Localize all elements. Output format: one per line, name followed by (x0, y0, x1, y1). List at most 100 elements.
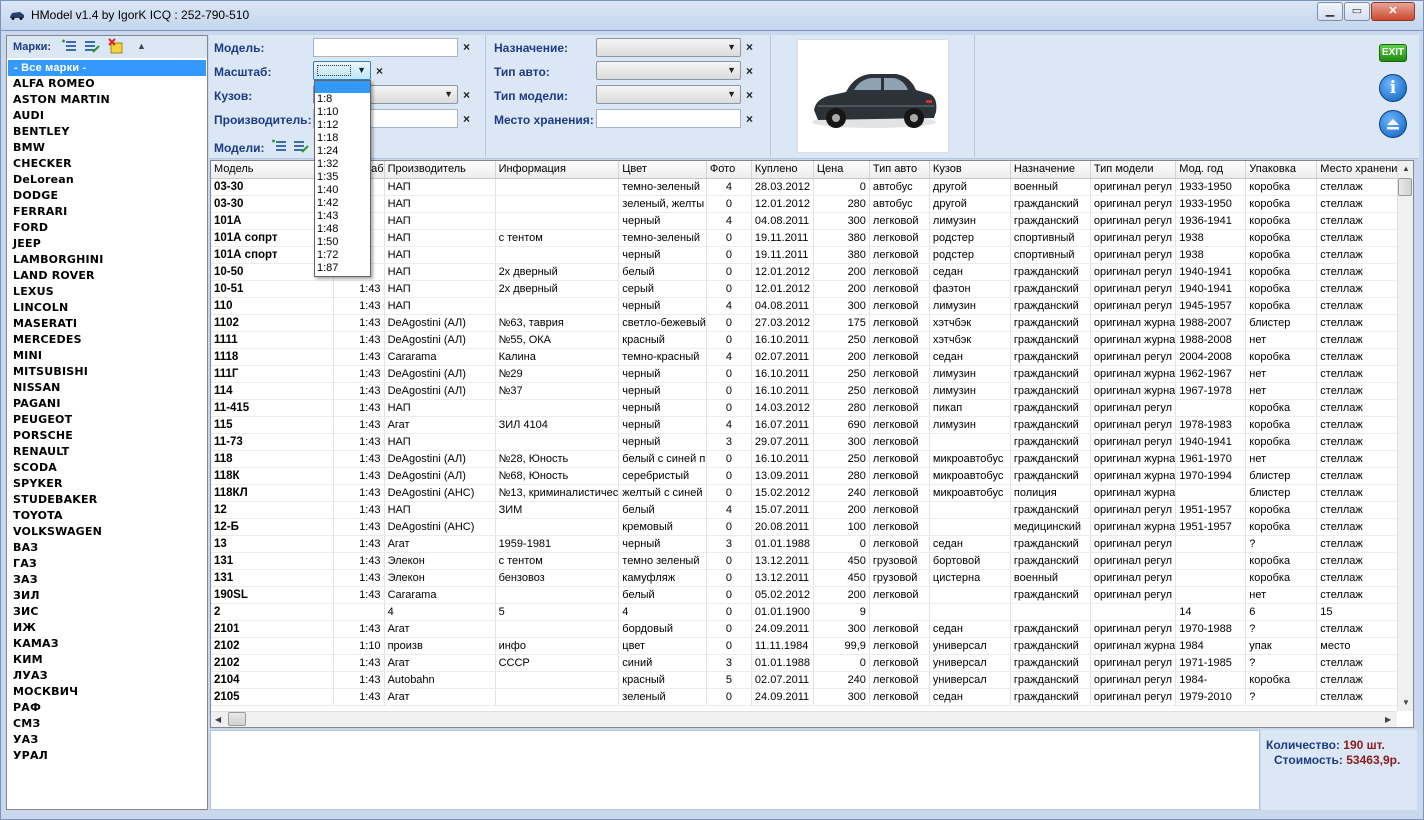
column-header[interactable]: Упаковка (1245, 161, 1318, 179)
scale-dropdown-list[interactable]: 1:8 1:10 1:12 1:18 1:24 1:32 1:35 1:40 1… (314, 80, 371, 277)
vertical-scrollbar[interactable]: ▲ ▼ (1397, 161, 1413, 711)
table-row[interactable]: 115 1:43 Агат ЗИЛ 4104 черный 4 16.07.2011 690 л… (211, 416, 1405, 434)
scale-option[interactable]: 1:12 (315, 119, 370, 132)
brand-item[interactable]: PAGANI (8, 396, 206, 412)
brand-item[interactable]: JEEP (8, 236, 206, 252)
maximize-button[interactable]: ▭ (1344, 2, 1370, 21)
brand-item[interactable]: BENTLEY (8, 124, 206, 140)
scroll-down-icon[interactable]: ▼ (1402, 698, 1410, 707)
table-row[interactable]: 03-30 НАП зеленый, желты 0 12.01.2012 280 авто… (211, 195, 1405, 213)
brand-item[interactable]: BMW (8, 140, 206, 156)
table-row[interactable]: 118 1:43 DeAgostini (АЛ) №28, Юность белый с… (211, 450, 1405, 468)
edit-model-icon[interactable] (293, 138, 309, 154)
scale-option[interactable]: 1:35 (315, 171, 370, 184)
scale-option[interactable]: 1:48 (315, 223, 370, 236)
brand-item[interactable]: FERRARI (8, 204, 206, 220)
scale-select[interactable]: ▼ (313, 61, 371, 80)
brand-item[interactable]: ASTON MARTIN (8, 92, 206, 108)
column-header[interactable]: Тип авто (869, 161, 930, 179)
scale-option[interactable]: 1:8 (315, 93, 370, 106)
table-row[interactable]: 12-Б 1:43 DeAgostini (АНС) кремовый 0 20.08.2… (211, 518, 1405, 536)
scale-option-empty[interactable] (315, 81, 370, 93)
brand-item[interactable]: DeLorean (8, 172, 206, 188)
column-header[interactable]: Место хранения (1316, 161, 1405, 179)
brand-item[interactable]: MITSUBISHI (8, 364, 206, 380)
brand-item[interactable]: PEUGEOT (8, 412, 206, 428)
brand-item[interactable]: MASERATI (8, 316, 206, 332)
storage-input[interactable] (596, 109, 741, 128)
table-row[interactable]: 118КЛ 1:43 DeAgostini (АНС) №13, криминалис… (211, 484, 1405, 502)
brand-item[interactable]: СМЗ (8, 716, 206, 732)
scale-option[interactable]: 1:87 (315, 262, 370, 275)
table-row[interactable]: 118К 1:43 DeAgostini (АЛ) №68, Юность серебр… (211, 467, 1405, 485)
edit-brand-icon[interactable] (84, 38, 100, 54)
exit-button[interactable]: EXIT (1379, 44, 1407, 62)
table-row[interactable]: 12 1:43 НАП ЗИМ белый 4 15.07.2011 200 легковой г… (211, 501, 1405, 519)
brand-item[interactable]: КАМАЗ (8, 636, 206, 652)
clear-scale-icon[interactable]: × (376, 64, 383, 78)
table-row[interactable]: 03-30 НАП темно-зеленый 4 28.03.2012 0 автобус… (211, 178, 1405, 196)
table-row[interactable]: 131 1:43 Элекон бензовоз камуфляж 0 13.12.2011… (211, 569, 1405, 587)
brand-item[interactable]: STUDEBAKER (8, 492, 206, 508)
table-row[interactable]: 10-51 1:43 НАП 2х дверный серый 0 12.01.2012 20… (211, 280, 1405, 298)
column-header[interactable]: Фото (706, 161, 752, 179)
scale-option[interactable]: 1:72 (315, 249, 370, 262)
brand-item[interactable]: MINI (8, 348, 206, 364)
table-row[interactable]: 110 1:43 НАП черный 4 04.08.2011 300 легковой ли… (211, 297, 1405, 315)
brand-item[interactable]: RENAULT (8, 444, 206, 460)
brand-item[interactable]: CHECKER (8, 156, 206, 172)
table-row[interactable]: 101А сопрт НАП с тентом темно-зеленый 0 19.11… (211, 229, 1405, 247)
brand-item[interactable]: AUDI (8, 108, 206, 124)
column-header[interactable]: Куплено (751, 161, 814, 179)
clear-model-icon[interactable]: × (463, 40, 470, 54)
brand-item[interactable]: NISSAN (8, 380, 206, 396)
brand-item[interactable]: LAND ROVER (8, 268, 206, 284)
brand-item[interactable]: MERCEDES (8, 332, 206, 348)
brand-item[interactable]: УРАЛ (8, 748, 206, 764)
column-header[interactable]: Цена (813, 161, 870, 179)
brand-item[interactable]: ALFA ROMEO (8, 76, 206, 92)
table-row[interactable]: 2105 1:43 Агат зеленый 0 24.09.2011 300 легково… (211, 688, 1405, 706)
clear-storage-icon[interactable]: × (746, 112, 753, 126)
clear-modeltype-icon[interactable]: × (746, 88, 753, 102)
table-row[interactable]: 101А спорт НАП черный 0 19.11.2011 380 легково… (211, 246, 1405, 264)
add-brand-icon[interactable] (61, 38, 77, 54)
brand-item[interactable]: МОСКВИЧ (8, 684, 206, 700)
brand-item[interactable]: SCODA (8, 460, 206, 476)
scale-option[interactable]: 1:32 (315, 158, 370, 171)
table-row[interactable]: 1102 1:43 DeAgostini (АЛ) №63, таврия светло… (211, 314, 1405, 332)
brand-item[interactable]: LAMBORGHINI (8, 252, 206, 268)
table-row[interactable]: 13 1:43 Агат 1959-1981 черный 3 01.01.1988 0 лег… (211, 535, 1405, 553)
purpose-select[interactable]: ▼ (596, 38, 741, 57)
cartype-select[interactable]: ▼ (596, 61, 741, 80)
scale-option[interactable]: 1:50 (315, 236, 370, 249)
brand-item[interactable]: ЗАЗ (8, 572, 206, 588)
scale-option[interactable]: 1:10 (315, 106, 370, 119)
table-row[interactable]: 131 1:43 Элекон с тентом темно зеленый 0 13.12… (211, 552, 1405, 570)
table-row[interactable]: 1118 1:43 Cararama Калина темно-красный 4 02.0… (211, 348, 1405, 366)
close-button[interactable]: ✕ (1371, 2, 1415, 21)
brand-item[interactable]: LEXUS (8, 284, 206, 300)
table-row[interactable]: 190SL 1:43 Cararama белый 0 05.02.2012 200 легк… (211, 586, 1405, 604)
scale-option[interactable]: 1:18 (315, 132, 370, 145)
scroll-left-icon[interactable]: ◀ (215, 715, 221, 724)
scale-option[interactable]: 1:43 (315, 210, 370, 223)
table-row[interactable]: 2101 1:43 Агат бордовый 0 24.09.2011 300 легков… (211, 620, 1405, 638)
brand-item[interactable]: УАЗ (8, 732, 206, 748)
table-row[interactable]: 1111 1:43 DeAgostini (АЛ) №55, ОКА красный 0 1… (211, 331, 1405, 349)
brand-item[interactable]: ИЖ (8, 620, 206, 636)
modeltype-select[interactable]: ▼ (596, 85, 741, 104)
table-row[interactable]: 10-50 НАП 2х дверный белый 0 12.01.2012 200 лег… (211, 263, 1405, 281)
minimize-button[interactable]: ▁ (1317, 2, 1343, 21)
horizontal-scroll-thumb[interactable] (228, 712, 246, 726)
brand-item[interactable]: ВАЗ (8, 540, 206, 556)
brand-item[interactable]: ЗИЛ (8, 588, 206, 604)
column-header[interactable]: Цвет (618, 161, 707, 179)
table-row[interactable]: 2102 1:43 Агат СССР синий 3 01.01.1988 0 легково… (211, 654, 1405, 672)
table-row[interactable]: 2102 1:10 произв инфо цвет 0 11.11.1984 99,9 лег… (211, 637, 1405, 655)
clear-maker-icon[interactable]: × (463, 112, 470, 126)
brand-item-all[interactable]: - Все марки - (8, 60, 206, 76)
table-row[interactable]: 2 4 5 4 0 01.01.1900 9 14 6 15 (211, 603, 1405, 621)
table-row[interactable]: 111Г 1:43 DeAgostini (АЛ) №29 черный 0 16.10.2… (211, 365, 1405, 383)
table-row[interactable]: 101А НАП черный 4 04.08.2011 300 легковой лимуз… (211, 212, 1405, 230)
